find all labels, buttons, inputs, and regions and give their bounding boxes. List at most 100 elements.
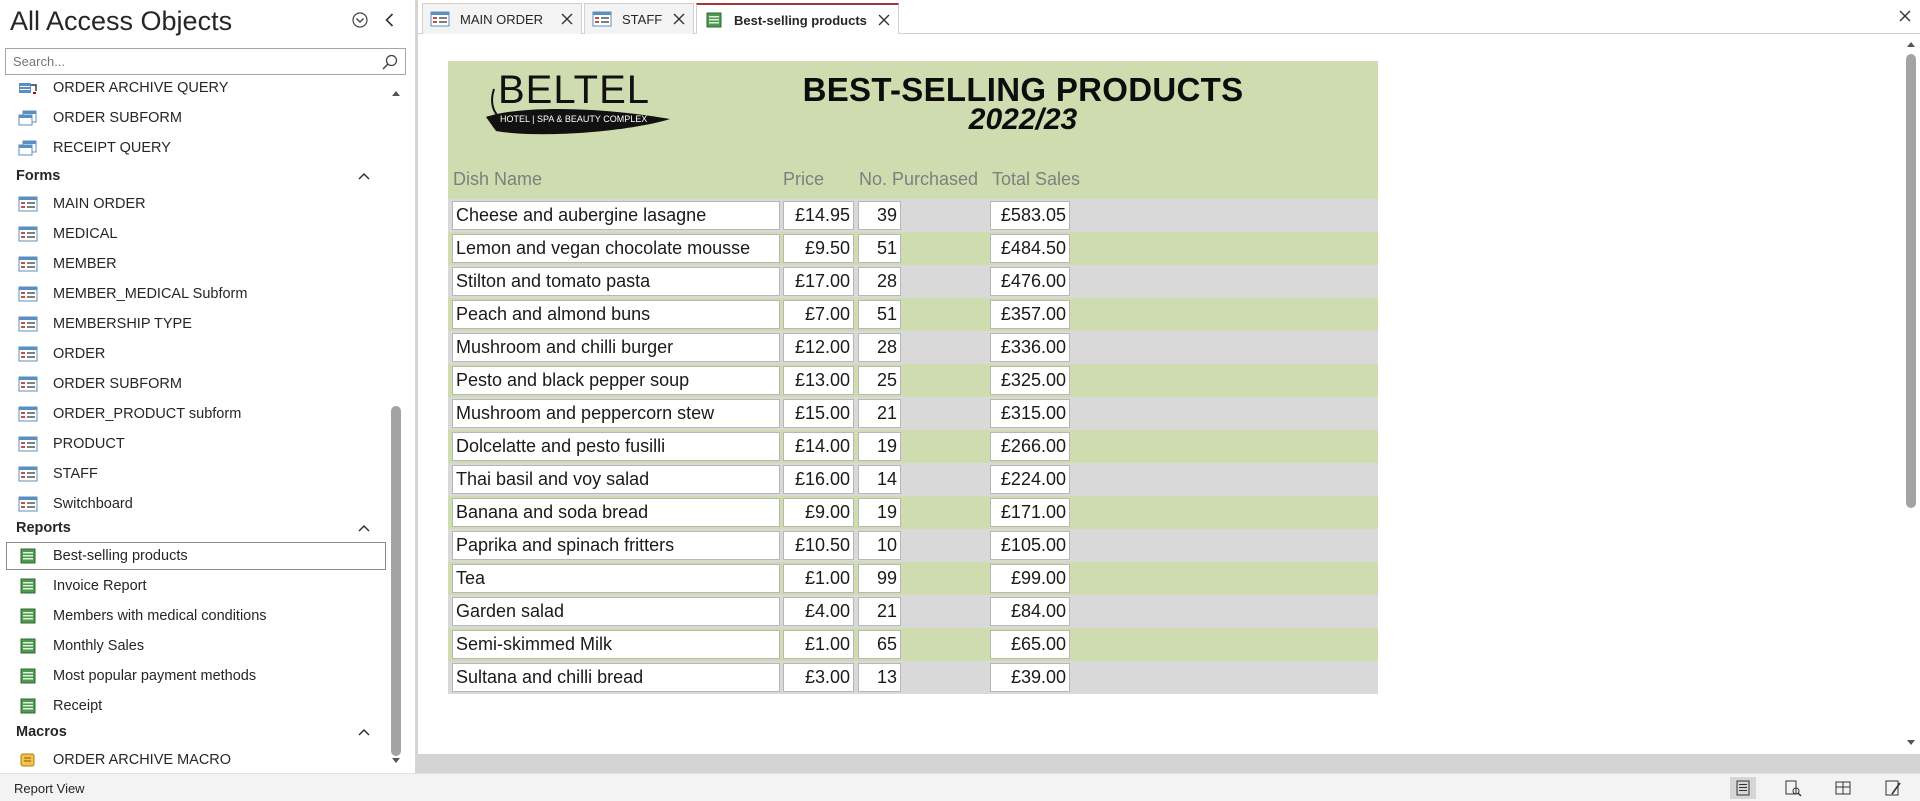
- price-cell: £14.95: [783, 201, 854, 230]
- tab-best-selling-products[interactable]: Best-selling products: [696, 3, 899, 35]
- no-purchased-cell: 19: [858, 432, 901, 461]
- no-purchased-cell: 14: [858, 465, 901, 494]
- close-icon[interactable]: [672, 12, 686, 26]
- form-icon: [430, 11, 450, 27]
- report-row: Garden salad £4.00 21 £84.00: [448, 595, 1378, 628]
- total-sales-cell: £99.00: [990, 564, 1070, 593]
- total-sales-cell: £65.00: [990, 630, 1070, 659]
- total-sales-cell: £357.00: [990, 300, 1070, 329]
- scroll-down-arrow-icon[interactable]: [391, 756, 401, 766]
- total-sales-cell: £484.50: [990, 234, 1070, 263]
- nav-item-form[interactable]: ORDER SUBFORM: [0, 369, 388, 399]
- nav-item-report[interactable]: Invoice Report: [0, 571, 388, 601]
- report-view-button[interactable]: [1730, 777, 1756, 799]
- nav-item-form[interactable]: MEMBERSHIP TYPE: [0, 309, 388, 339]
- no-purchased-cell: 51: [858, 300, 901, 329]
- scroll-up-arrow-icon[interactable]: [391, 88, 401, 98]
- tab-label: MAIN ORDER: [460, 12, 544, 27]
- navigation-pane: All Access Objects ORDER ARCHIVE QUERY: [0, 0, 412, 773]
- nav-item-report[interactable]: Most popular payment methods: [0, 661, 388, 691]
- close-icon[interactable]: [560, 12, 574, 26]
- nav-item-label: Receipt: [53, 698, 103, 714]
- nav-item-label: ORDER SUBFORM: [53, 110, 182, 126]
- nav-scrollbar[interactable]: [388, 80, 404, 773]
- close-document-icon[interactable]: [1898, 9, 1912, 23]
- price-cell: £9.50: [783, 234, 854, 263]
- form-icon: [592, 11, 612, 27]
- no-purchased-cell: 13: [858, 663, 901, 692]
- report-row: Lemon and vegan chocolate mousse £9.50 51 £…: [448, 232, 1378, 265]
- shutter-bar-collapse-icon[interactable]: [380, 10, 400, 30]
- total-sales-cell: £476.00: [990, 267, 1070, 296]
- nav-pane-title[interactable]: All Access Objects: [10, 6, 232, 37]
- nav-item-order-archive-query[interactable]: ORDER ARCHIVE QUERY: [0, 76, 388, 103]
- nav-item-form[interactable]: ORDER_PRODUCT subform: [0, 399, 388, 429]
- no-purchased-cell: 99: [858, 564, 901, 593]
- query-icon: [18, 140, 37, 156]
- scroll-down-arrow-icon[interactable]: [1906, 738, 1916, 748]
- dish-name-cell: Semi-skimmed Milk: [452, 630, 780, 659]
- nav-item-form[interactable]: MEMBER: [0, 249, 388, 279]
- nav-item-report[interactable]: Members with medical conditions: [0, 601, 388, 631]
- close-icon[interactable]: [877, 13, 891, 27]
- chevron-up-icon[interactable]: [357, 171, 371, 181]
- tab-main-order[interactable]: MAIN ORDER: [422, 3, 582, 34]
- nav-item-macro[interactable]: ORDER ARCHIVE MACRO: [0, 745, 388, 773]
- layout-view-button[interactable]: [1830, 777, 1856, 799]
- report-view-icon: [1736, 780, 1750, 796]
- nav-group-macros[interactable]: Macros: [0, 719, 388, 745]
- report-bottom-band: [418, 754, 1920, 773]
- no-purchased-cell: 19: [858, 498, 901, 527]
- report-scroll-thumb[interactable]: [1906, 54, 1916, 508]
- nav-search-box[interactable]: [5, 48, 406, 75]
- nav-item-form[interactable]: PRODUCT: [0, 429, 388, 459]
- nav-item-report[interactable]: Monthly Sales: [0, 631, 388, 661]
- nav-group-reports[interactable]: Reports: [0, 515, 388, 541]
- nav-item-report[interactable]: Receipt: [0, 691, 388, 721]
- nav-item-form[interactable]: ORDER: [0, 339, 388, 369]
- nav-scroll-thumb[interactable]: [391, 406, 401, 756]
- dish-name-cell: Dolcelatte and pesto fusilli: [452, 432, 780, 461]
- nav-search-input[interactable]: [6, 49, 366, 74]
- price-cell: £10.50: [783, 531, 854, 560]
- nav-item-label: Invoice Report: [53, 578, 147, 594]
- total-sales-cell: £315.00: [990, 399, 1070, 428]
- report-icon: [20, 578, 36, 594]
- design-view-button[interactable]: [1880, 777, 1906, 799]
- dish-name-cell: Pesto and black pepper soup: [452, 366, 780, 395]
- nav-item-form[interactable]: STAFF: [0, 459, 388, 489]
- column-header-price: Price: [783, 169, 825, 189]
- nav-item-report[interactable]: Best-selling products: [0, 541, 388, 571]
- nav-item-order-subform-query[interactable]: ORDER SUBFORM: [0, 103, 388, 133]
- total-sales-cell: £39.00: [990, 663, 1070, 692]
- price-cell: £1.00: [783, 564, 854, 593]
- nav-group-forms[interactable]: Forms: [0, 163, 388, 189]
- report-row: Banana and soda bread £9.00 19 £171.00: [448, 496, 1378, 529]
- nav-object-list: ORDER ARCHIVE QUERY ORDER SUBFORM RECEIP…: [0, 76, 388, 773]
- print-preview-button[interactable]: [1780, 777, 1806, 799]
- scroll-up-arrow-icon[interactable]: [1906, 39, 1916, 49]
- total-sales-cell: £266.00: [990, 432, 1070, 461]
- chevron-up-icon[interactable]: [357, 523, 371, 533]
- tab-staff[interactable]: STAFF: [584, 3, 694, 34]
- dish-name-cell: Lemon and vegan chocolate mousse: [452, 234, 780, 263]
- nav-item-form[interactable]: MAIN ORDER: [0, 189, 388, 219]
- form-icon: [18, 406, 38, 422]
- form-icon: [18, 226, 38, 242]
- chevron-up-icon[interactable]: [357, 727, 371, 737]
- nav-item-form[interactable]: MEMBER_MEDICAL Subform: [0, 279, 388, 309]
- no-purchased-cell: 39: [858, 201, 901, 230]
- nav-item-label: ORDER_PRODUCT subform: [53, 406, 242, 422]
- report-subtitle: 2022/23: [968, 103, 1078, 136]
- nav-item-label: ORDER ARCHIVE MACRO: [53, 752, 232, 768]
- report-row: Sultana and chilli bread £3.00 13 £39.00: [448, 661, 1378, 694]
- price-cell: £3.00: [783, 663, 854, 692]
- no-purchased-cell: 10: [858, 531, 901, 560]
- nav-menu-dropdown-icon[interactable]: [350, 10, 370, 30]
- report-row: Peach and almond buns £7.00 51 £357.00: [448, 298, 1378, 331]
- nav-item-receipt-query[interactable]: RECEIPT QUERY: [0, 133, 388, 163]
- nav-item-form[interactable]: MEDICAL: [0, 219, 388, 249]
- report-vertical-scrollbar[interactable]: [1902, 34, 1920, 754]
- nav-item-label: MEMBERSHIP TYPE: [53, 316, 192, 332]
- search-icon[interactable]: [381, 53, 399, 71]
